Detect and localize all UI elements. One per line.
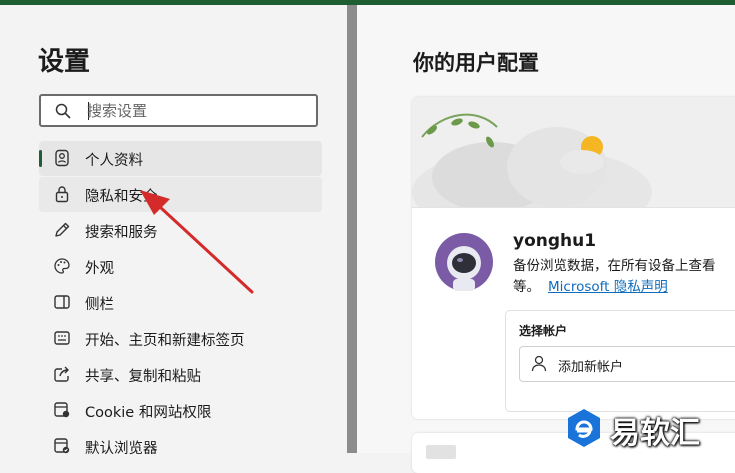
nav-item-cookies[interactable]: Cookie 和网站权限 <box>39 393 322 428</box>
start-home-icon <box>54 331 70 345</box>
settings-nav: 个人资料 隐私和安全 搜索和服务 外观 侧栏 开始、主页和新建标签页 共享、复制… <box>39 141 322 465</box>
nav-item-start-home[interactable]: 开始、主页和新建标签页 <box>39 321 322 356</box>
settings-sidebar: 设置 个人资料 隐私和安全 <box>0 5 347 457</box>
avatar[interactable] <box>435 233 493 291</box>
watermark-logo-icon <box>568 409 600 447</box>
watermark-text: 易软汇 <box>610 416 700 451</box>
nav-item-label: 搜索和服务 <box>85 225 158 241</box>
nav-item-label: 开始、主页和新建标签页 <box>85 333 245 349</box>
nav-item-label: 隐私和安全 <box>85 189 158 205</box>
profile-description: 备份浏览数据，在所有设备上查看 等。 Microsoft 隐私声明 <box>513 256 735 298</box>
nav-item-sidebar[interactable]: 侧栏 <box>39 285 322 320</box>
default-browser-icon <box>54 438 70 454</box>
nav-item-privacy[interactable]: 隐私和安全 <box>39 177 322 212</box>
main-content: 你的用户配置 yonghu1 备份浏览数据，在所有设备上查看 等。 Micros… <box>357 5 735 473</box>
search-icon <box>55 103 71 119</box>
nav-item-profile[interactable]: 个人资料 <box>39 141 322 176</box>
pencil-icon <box>55 222 70 237</box>
settings-title: 设置 <box>38 47 91 77</box>
profile-username: yonghu1 <box>513 231 597 251</box>
card-separator <box>412 207 735 208</box>
nav-item-label: 个人资料 <box>85 153 143 169</box>
nav-item-label: Cookie 和网站权限 <box>85 405 212 421</box>
profile-banner-illustration <box>412 97 735 207</box>
sidebar-panel-icon <box>54 295 70 309</box>
card-icon <box>426 445 456 459</box>
add-account-label: 添加新帐户 <box>558 360 624 375</box>
nav-item-default-browser[interactable]: 默认浏览器 <box>39 429 322 464</box>
pane-divider[interactable] <box>347 5 357 453</box>
account-section: 选择帐户 添加新帐户 <box>505 310 735 412</box>
search-input[interactable] <box>87 101 307 121</box>
search-box[interactable] <box>39 94 318 127</box>
active-indicator <box>39 150 42 167</box>
privacy-statement-link[interactable]: Microsoft 隐私声明 <box>548 279 668 295</box>
nav-item-search-services[interactable]: 搜索和服务 <box>39 213 322 248</box>
person-icon <box>531 355 547 372</box>
palette-icon <box>54 258 70 274</box>
account-label: 选择帐户 <box>519 324 568 338</box>
description-text: 备份浏览数据，在所有设备上查看 <box>513 258 716 274</box>
share-icon <box>54 366 69 382</box>
lock-icon <box>55 186 69 203</box>
nav-item-label: 外观 <box>85 261 114 277</box>
profile-card: yonghu1 备份浏览数据，在所有设备上查看 等。 Microsoft 隐私声明… <box>412 97 735 419</box>
add-account-button[interactable]: 添加新帐户 <box>519 346 735 382</box>
site-permissions-icon <box>54 402 70 418</box>
description-text-cont: 等。 <box>513 279 540 295</box>
nav-item-label: 共享、复制和粘贴 <box>85 369 201 385</box>
nav-item-share[interactable]: 共享、复制和粘贴 <box>39 357 322 392</box>
nav-item-label: 默认浏览器 <box>85 441 158 457</box>
nav-item-appearance[interactable]: 外观 <box>39 249 322 284</box>
profile-icon <box>55 149 69 167</box>
nav-item-label: 侧栏 <box>85 297 114 313</box>
page-title: 你的用户配置 <box>413 51 539 75</box>
